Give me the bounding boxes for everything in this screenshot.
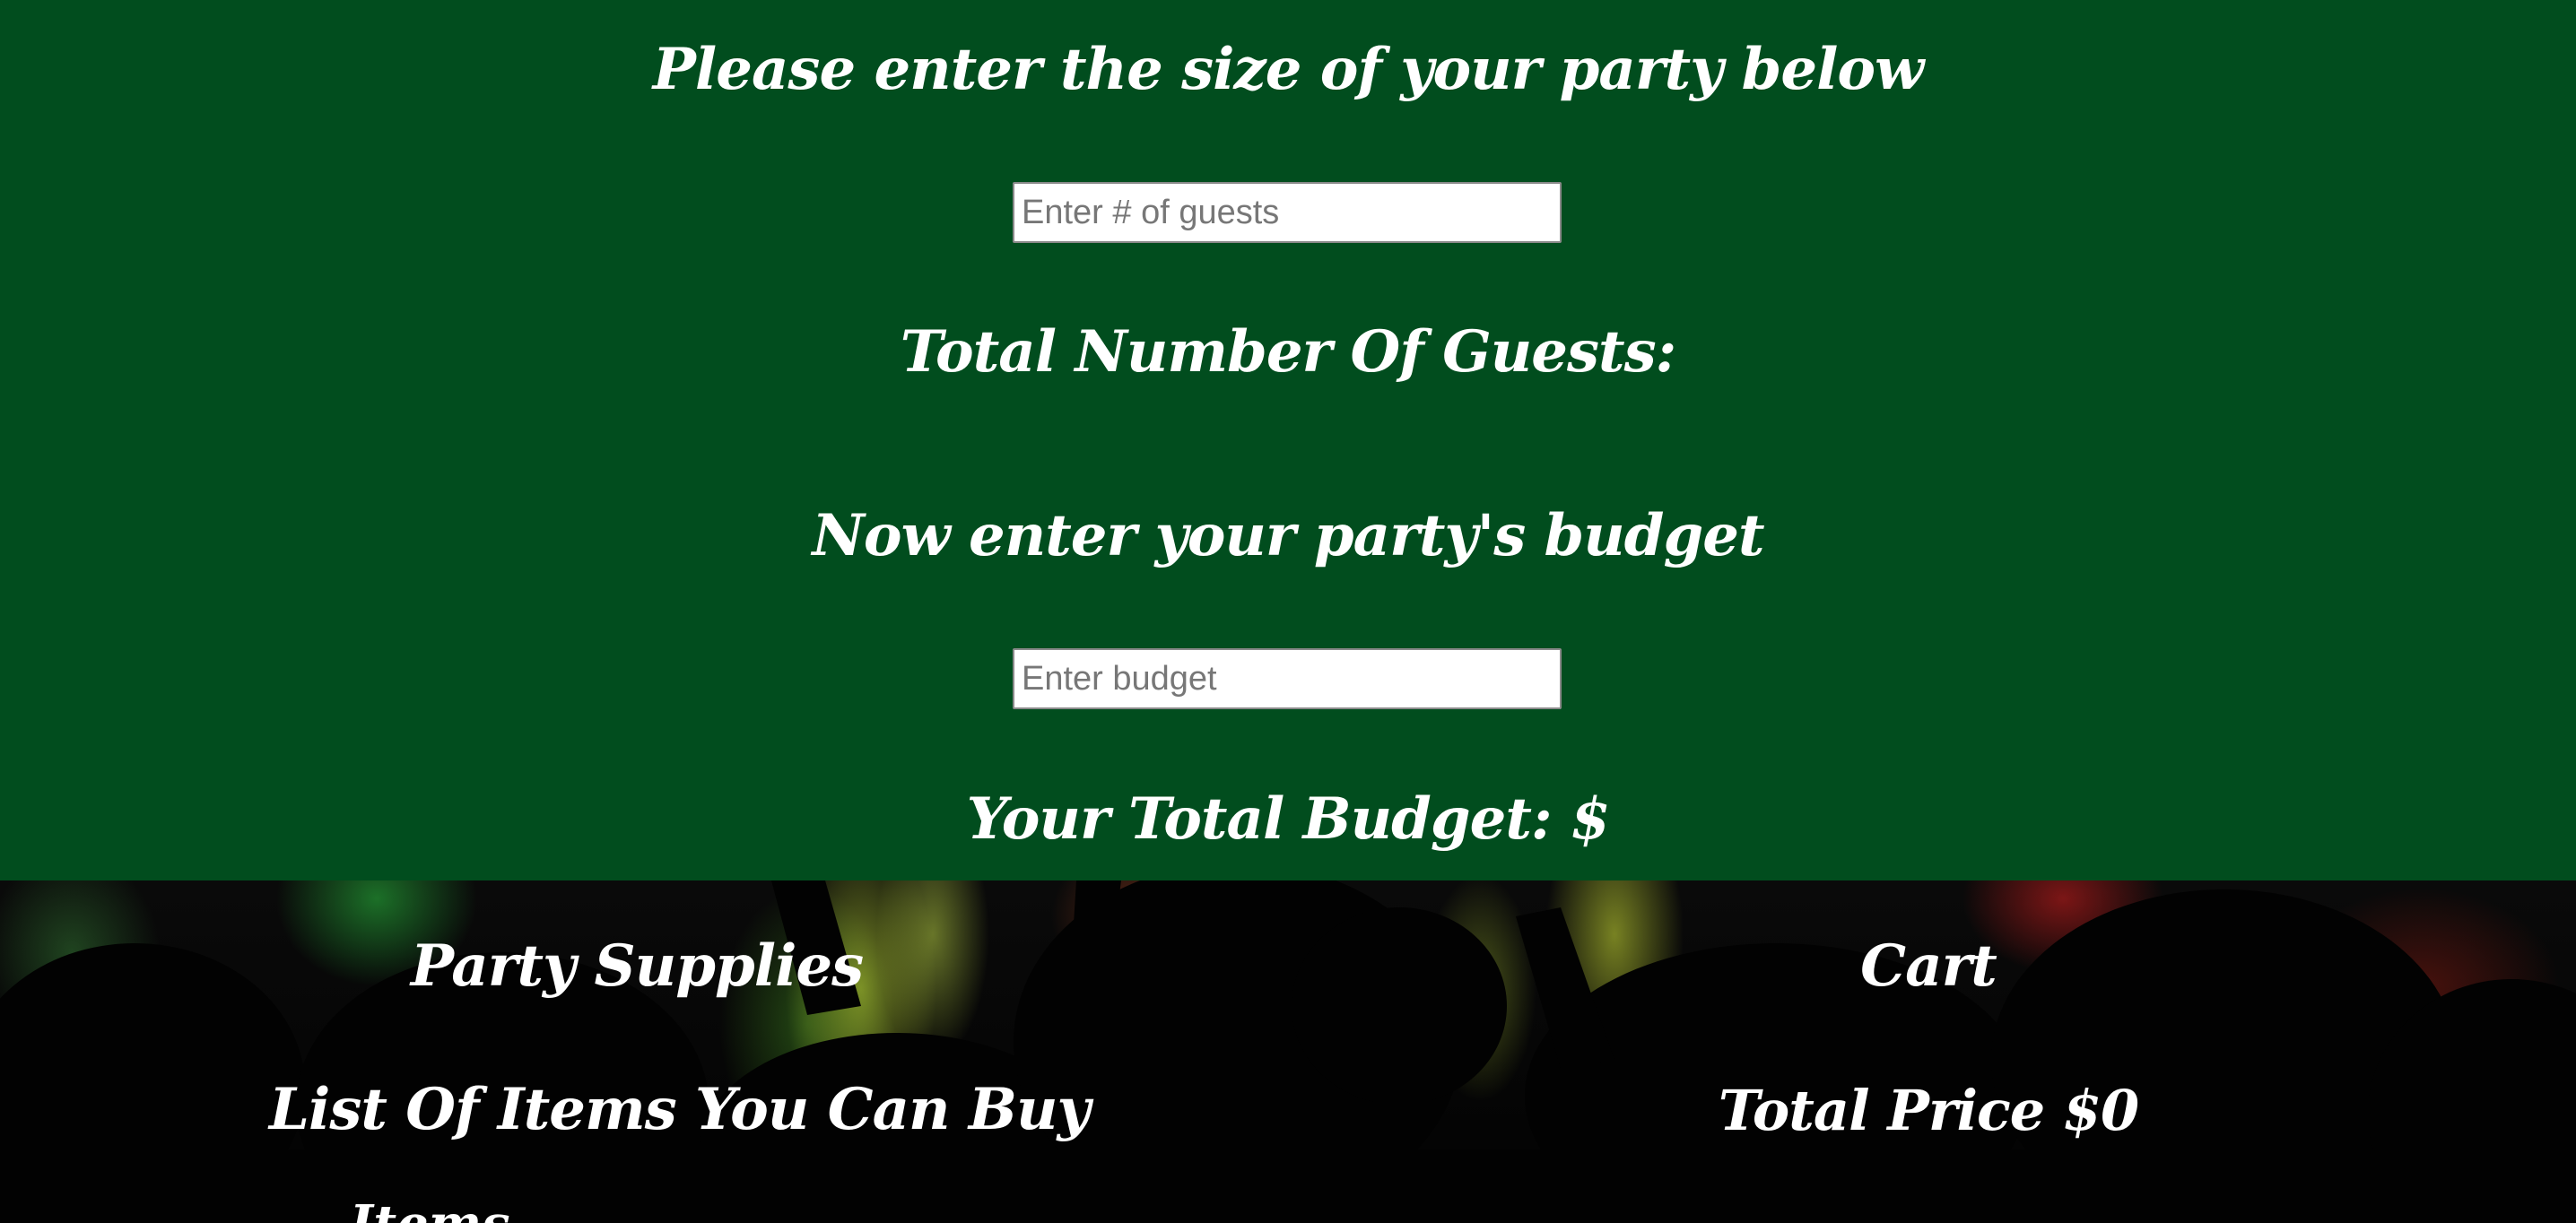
cart-title: Cart — [1860, 932, 1997, 1000]
list-item: Items — [350, 1194, 509, 1223]
supplies-and-cart-section: Party Supplies List Of Items You Can Buy… — [0, 880, 2576, 1223]
party-supplies-title: Party Supplies — [410, 932, 864, 1000]
total-guests-label: Total Number Of Guests: — [900, 318, 1677, 386]
guests-input[interactable] — [1013, 182, 1562, 243]
budget-input[interactable] — [1013, 648, 1562, 709]
budget-heading: Now enter your party's budget — [812, 502, 1764, 569]
cart-total-price: Total Price $0 — [1718, 1078, 2139, 1143]
items-list-title: List Of Items You Can Buy — [269, 1076, 1091, 1143]
party-setup-panel: Please enter the size of your party belo… — [0, 0, 2576, 880]
party-size-heading: Please enter the size of your party belo… — [652, 36, 1924, 103]
total-budget-label: Your Total Budget: $ — [966, 785, 1611, 853]
